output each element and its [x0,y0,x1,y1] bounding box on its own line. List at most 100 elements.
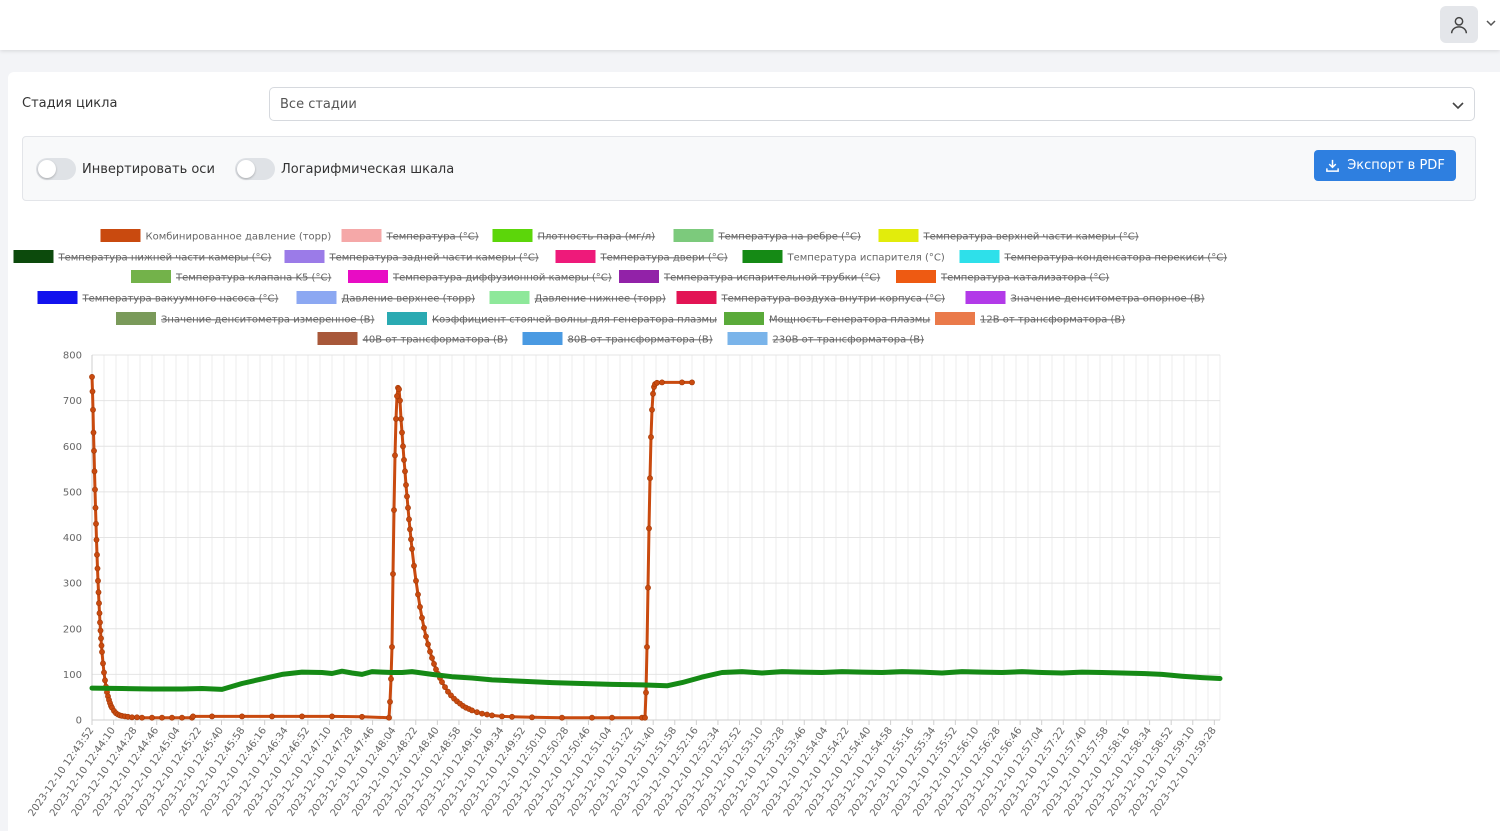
series-point [647,475,653,482]
legend-swatch [673,229,714,242]
series-point [417,604,423,610]
series-point [96,610,103,617]
legend-label: Мощность генератора плазмы [769,315,930,326]
legend-label: Температура вакуумного насоса (°С) [82,294,279,305]
series-point [529,714,535,721]
y-tick-label: 700 [63,396,82,407]
legend-label: Температура верхней части камеры (°С) [923,232,1139,243]
series-point [387,698,393,705]
series-point [654,379,660,386]
series-point [391,507,397,513]
legend-swatch [959,250,1000,263]
series-point [179,714,185,721]
legend-label: Давление нижнее (торр) [535,294,666,305]
series-point [129,714,135,721]
series-point [559,714,565,721]
series-point [89,388,96,395]
y-tick-label: 300 [63,579,82,590]
legend-swatch [619,270,659,283]
legend-label: Температура задней части камеры (°С) [329,253,539,264]
series-point [95,577,101,584]
series-point [406,516,412,523]
legend-swatch [935,312,975,325]
y-tick-label: 200 [63,624,82,635]
series-point [400,443,406,450]
series-point [442,684,448,690]
series-point [359,713,365,720]
series-point [431,661,437,667]
series-point [413,577,419,584]
legend-swatch [742,250,783,263]
series-point [399,429,405,436]
legend-label: 40В от трансформатора (В) [363,335,508,346]
series-point [159,714,165,721]
series-point [98,635,104,642]
legend-swatch [341,229,382,242]
series-point [642,714,648,721]
legend-swatch [296,291,337,304]
series-point [392,452,398,459]
legend-label: Температура диффузионной камеры (°С) [392,273,612,284]
series-point [92,504,99,511]
series-point [139,714,145,721]
series-point [99,649,105,655]
legend-swatch [37,291,78,304]
legend-swatch [676,291,717,304]
series-point [474,709,480,716]
legend-label: 230В от трансформатора (В) [773,335,925,346]
series-point [100,660,106,667]
series-point [149,714,155,721]
legend-label: Температура испарителя (°С) [787,253,945,264]
legend-swatch [522,332,563,345]
legend-label: Температура нижней части камеры (°С) [58,253,272,264]
series-point [93,520,99,527]
series-point [405,504,411,511]
legend-swatch [100,229,141,242]
legend-swatch [878,229,919,242]
series-point [401,456,407,463]
series-point [489,712,495,719]
series-point [94,565,101,572]
series-point [169,714,175,721]
legend-swatch [131,270,171,283]
legend-swatch [13,250,54,263]
series-point [439,679,445,685]
series-point [427,648,433,655]
series-point [95,589,102,596]
series-point [589,714,595,721]
series-point [97,627,104,634]
series-point [408,536,414,543]
series-point [407,526,413,533]
series-point [299,713,305,720]
series-point [419,614,425,621]
series-point [96,600,102,607]
legend-label: Температура конденсатора перекиси (°С) [1004,253,1228,264]
y-tick-label: 600 [63,442,82,453]
series-point [388,676,394,682]
legend-swatch [492,229,533,242]
legend-label: Температура (°С) [386,232,479,243]
legend-label: Коэффициент стоячей волны для генератора… [432,315,717,326]
series-point [411,562,417,569]
series-point [404,493,410,500]
series-point [679,379,685,386]
line-chart: 01002003004005006007008002023-12-10 12:4… [13,229,1228,819]
legend-label: Температура двери (°С) [600,253,728,264]
legend-swatch [116,312,156,325]
y-tick-label: 0 [76,716,82,727]
y-tick-label: 400 [63,533,82,544]
series-point [239,713,245,720]
legend-label: Значение денситометра измеренное (В) [161,315,375,326]
series-point [269,713,275,720]
legend-label: Давление верхнее (торр) [342,294,476,305]
series-point [484,711,490,718]
series-point [394,393,400,399]
series-point [499,713,505,720]
series-point [409,546,415,552]
legend-swatch [555,250,596,263]
series-point [649,406,655,413]
series-point [609,714,615,721]
legend-swatch [724,312,764,325]
legend-label: Температура клапана K5 (°С) [175,273,331,284]
legend-label: 12В от трансформатора (В) [980,315,1125,326]
